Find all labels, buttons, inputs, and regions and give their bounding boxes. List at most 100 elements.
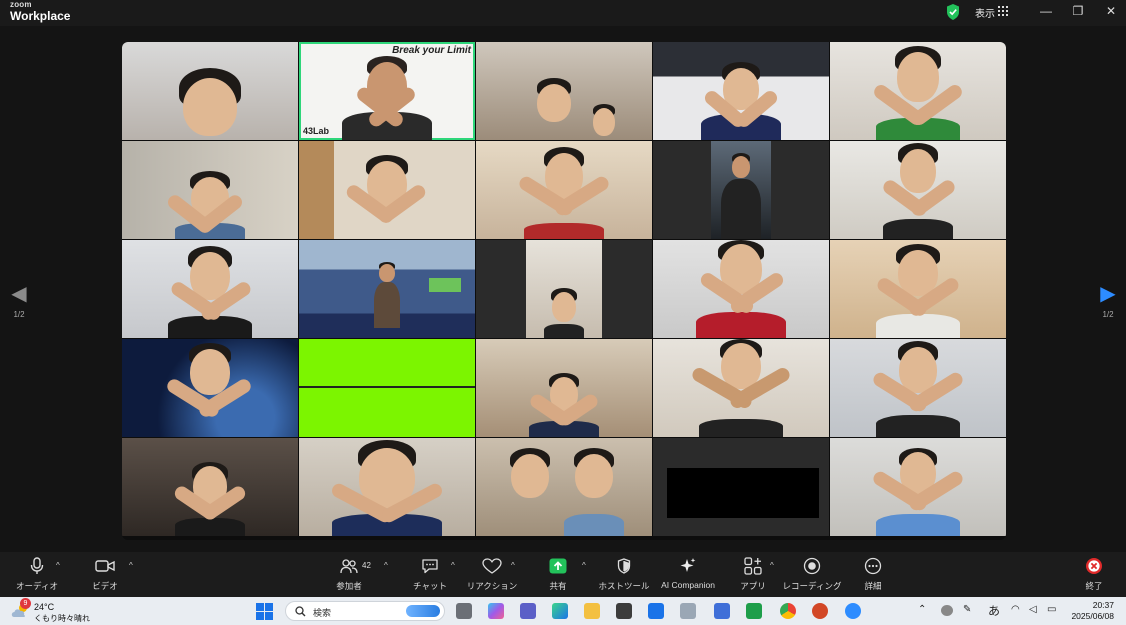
ai-sparkle-icon: [653, 556, 723, 576]
tray-overflow-chevron-icon[interactable]: ⌃: [918, 604, 926, 615]
reactions-options-chevron-up-icon[interactable]: ^: [511, 561, 515, 570]
ime-mode-indicator[interactable]: あ: [988, 602, 1000, 619]
video-tile[interactable]: [299, 240, 475, 338]
weather-badge: 9: [20, 598, 31, 609]
taskbar-search-box[interactable]: 検索: [285, 601, 445, 621]
chrome-icon[interactable]: [780, 603, 796, 619]
share-options-chevron-up-icon[interactable]: ^: [582, 561, 586, 570]
blank-video-area: [667, 468, 819, 518]
video-tile[interactable]: [476, 438, 652, 536]
page-indicator-right: 1/2: [1102, 310, 1114, 319]
battery-icon[interactable]: ▭: [1047, 604, 1056, 615]
video-tile[interactable]: [653, 141, 829, 239]
notification-app-icon[interactable]: [941, 605, 953, 616]
record-button[interactable]: レコーディング: [777, 556, 847, 592]
participants-button[interactable]: 参加者: [314, 556, 384, 592]
more-dots-icon: [838, 556, 908, 576]
search-icon: [295, 606, 306, 617]
audio-label: オーディオ: [16, 581, 58, 591]
gallery-view-icon[interactable]: [998, 6, 1008, 16]
video-tile[interactable]: [830, 141, 1006, 239]
weather-widget[interactable]: 9 24°C くもり時々晴れ: [10, 598, 90, 625]
close-window-button[interactable]: ✕: [1101, 3, 1121, 19]
chat-options-chevron-up-icon[interactable]: ^: [451, 561, 455, 570]
next-page-button[interactable]: ▶ 1/2: [1091, 284, 1125, 319]
video-tile[interactable]: [830, 42, 1006, 140]
meeting-stage: ◀ 1/2 ▶ 1/2 Break your Limit 43Lab: [0, 26, 1126, 552]
restore-button[interactable]: ❐: [1068, 3, 1088, 19]
chevron-right-icon: ▶: [1100, 283, 1116, 305]
record-icon: [777, 556, 847, 576]
windows-start-icon[interactable]: [256, 603, 273, 620]
messaging-app-icon[interactable]: [746, 603, 762, 619]
video-tile[interactable]: [122, 438, 298, 536]
file-explorer-icon[interactable]: [584, 603, 600, 619]
video-tile[interactable]: [830, 240, 1006, 338]
outlook-icon[interactable]: [648, 603, 664, 619]
audio-options-chevron-up-icon[interactable]: ^: [56, 561, 60, 570]
video-tile[interactable]: [830, 339, 1006, 437]
video-tile-active-speaker[interactable]: Break your Limit 43Lab: [299, 42, 475, 140]
pen-input-icon[interactable]: ✎: [963, 604, 971, 615]
microsoft-store-icon[interactable]: [616, 603, 632, 619]
title-bar: zoom Workplace 表示 — ❐ ✕: [0, 0, 1126, 26]
end-meeting-button[interactable]: 終了: [1059, 556, 1126, 592]
ai-companion-label: AI Companion: [661, 580, 715, 590]
edge-browser-icon[interactable]: [552, 603, 568, 619]
video-tile[interactable]: [122, 42, 298, 140]
heart-reaction-icon: [457, 556, 527, 576]
view-menu-label[interactable]: 表示: [975, 5, 995, 20]
participants-label: 参加者: [336, 581, 362, 591]
more-button[interactable]: 詳細: [838, 556, 908, 592]
video-tile[interactable]: [122, 240, 298, 338]
participants-options-chevron-up-icon[interactable]: ^: [384, 561, 388, 570]
video-tile[interactable]: [476, 141, 652, 239]
system-clock[interactable]: 20:37 2025/06/08: [1071, 600, 1114, 622]
video-tile[interactable]: [653, 240, 829, 338]
chat-label: チャット: [413, 581, 447, 591]
video-tile-camera-off[interactable]: [653, 438, 829, 536]
video-tile-camera-off[interactable]: [299, 339, 475, 437]
microphone-icon: [2, 556, 72, 576]
video-tile[interactable]: [122, 339, 298, 437]
participants-count: 42: [362, 561, 371, 570]
video-tile[interactable]: [476, 339, 652, 437]
video-tile[interactable]: [830, 438, 1006, 536]
volume-icon[interactable]: ◁: [1029, 604, 1037, 615]
brand-small: zoom: [10, 0, 32, 9]
more-label: 詳細: [864, 581, 882, 591]
powerpoint-icon[interactable]: [812, 603, 828, 619]
copilot-icon[interactable]: [488, 603, 504, 619]
wifi-icon[interactable]: ◠: [1011, 604, 1020, 615]
snipping-tool-icon[interactable]: [680, 603, 696, 619]
search-highlight-icon: [406, 605, 440, 617]
clock-date: 2025/06/08: [1071, 611, 1114, 621]
zoom-app-icon[interactable]: [845, 603, 861, 619]
apps-options-chevron-up-icon[interactable]: ^: [770, 561, 774, 570]
brand-name: Workplace: [10, 9, 71, 23]
weather-condition: くもり時々晴れ: [34, 614, 90, 623]
task-view-icon[interactable]: [456, 603, 472, 619]
page-indicator-left: 1/2: [13, 310, 25, 319]
end-x-icon: [1059, 556, 1126, 576]
minimize-button[interactable]: —: [1036, 3, 1056, 19]
teams-icon[interactable]: [520, 603, 536, 619]
reactions-button[interactable]: リアクション: [457, 556, 527, 592]
host-tools-button[interactable]: ホストツール: [589, 556, 659, 592]
split-line: [299, 386, 475, 388]
audio-button[interactable]: オーディオ: [2, 556, 72, 592]
ai-companion-button[interactable]: AI Companion: [653, 556, 723, 590]
video-options-chevron-up-icon[interactable]: ^: [129, 561, 133, 570]
remote-desktop-icon[interactable]: [714, 603, 730, 619]
video-tile[interactable]: [299, 438, 475, 536]
share-label: 共有: [549, 581, 567, 591]
video-tile[interactable]: [299, 141, 475, 239]
video-tile[interactable]: [476, 42, 652, 140]
video-tile[interactable]: [653, 42, 829, 140]
video-tile[interactable]: [476, 240, 652, 338]
video-tile[interactable]: [653, 339, 829, 437]
previous-page-button[interactable]: ◀ 1/2: [2, 284, 36, 319]
security-shield-icon[interactable]: [946, 4, 960, 20]
video-tile[interactable]: [122, 141, 298, 239]
end-label: 終了: [1085, 581, 1103, 591]
